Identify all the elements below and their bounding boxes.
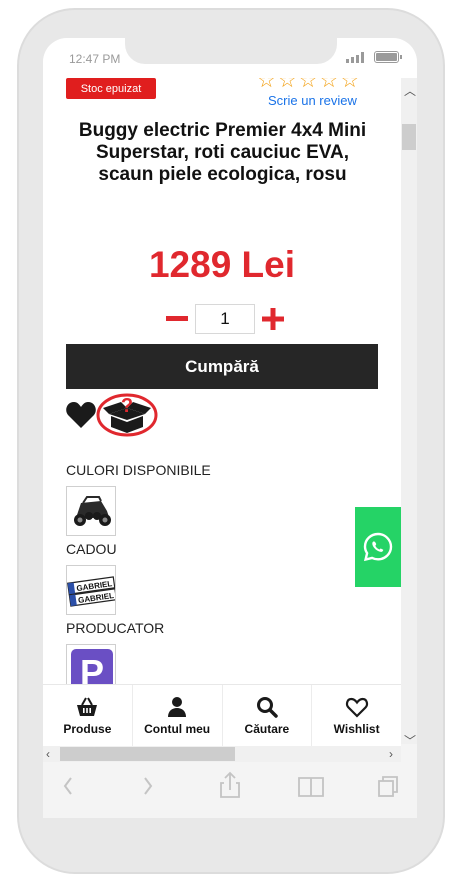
producer-label: PRODUCATOR	[66, 620, 165, 636]
user-icon	[168, 696, 187, 717]
product-page: Stoc epuizat ☆☆☆☆☆ Scrie un review Buggy…	[43, 78, 401, 684]
quantity-stepper	[165, 304, 285, 334]
producer-logo[interactable]: P	[66, 644, 116, 684]
minus-icon	[166, 316, 188, 321]
star-icon[interactable]: ☆	[257, 78, 278, 92]
whatsapp-icon	[363, 532, 393, 562]
quantity-input[interactable]	[195, 304, 255, 334]
basket-icon	[77, 697, 98, 716]
increase-quantity-button[interactable]	[261, 304, 285, 334]
gift-thumbnail[interactable]: GABRIEL GABRIEL	[66, 565, 116, 615]
forward-icon[interactable]	[144, 777, 153, 795]
product-title: Buggy electric Premier 4x4 Mini Supersta…	[78, 120, 367, 185]
scroll-down-arrow-icon[interactable]: ﹀	[404, 732, 416, 749]
buggy-thumbnail-image	[67, 487, 115, 535]
signal-icon	[346, 52, 364, 63]
scroll-left-arrow-icon[interactable]: ‹	[46, 747, 50, 761]
status-time: 12:47 PM	[69, 52, 121, 66]
search-icon	[256, 696, 278, 718]
color-variant-thumbnail[interactable]	[66, 486, 116, 536]
share-icon[interactable]	[220, 771, 240, 798]
phone-notch	[125, 30, 337, 64]
license-plate-image: GABRIEL GABRIEL	[67, 566, 115, 614]
available-colors-label: CULORI DISPONIBILE	[66, 462, 211, 478]
star-icon[interactable]: ☆	[299, 78, 320, 92]
nav-wishlist-label: Wishlist	[333, 721, 380, 736]
rating-stars[interactable]: ☆☆☆☆☆	[257, 78, 361, 93]
gift-label: CADOU	[66, 541, 117, 557]
decrease-quantity-button[interactable]	[165, 304, 189, 334]
heart-outline-icon	[345, 697, 368, 718]
nav-wishlist[interactable]: Wishlist	[312, 685, 401, 746]
scroll-up-arrow-icon[interactable]: ︿	[404, 82, 416, 99]
plus-icon	[262, 308, 284, 330]
vertical-scroll-thumb[interactable]	[402, 124, 416, 150]
nav-products[interactable]: Produse	[43, 685, 133, 746]
bottom-navigation: Produse Contul meu Căutare Wishlist	[43, 684, 401, 746]
star-icon[interactable]: ☆	[340, 78, 361, 92]
back-icon[interactable]	[63, 777, 72, 795]
stock-status-badge: Stoc epuizat	[66, 78, 156, 99]
gift-box-button[interactable]: ?	[96, 392, 158, 438]
nav-products-label: Produse	[63, 721, 112, 736]
nav-search-label: Căutare	[244, 721, 290, 736]
bookmarks-icon[interactable]	[298, 777, 324, 797]
nav-account[interactable]: Contul meu	[133, 685, 223, 746]
open-box-question-icon: ?	[96, 393, 158, 437]
phone-screen: 12:47 PM Stoc epuizat ☆☆☆☆☆ Scrie un rev…	[43, 38, 417, 818]
add-to-wishlist-button[interactable]	[65, 400, 97, 430]
vertical-scrollbar[interactable]	[401, 78, 417, 744]
nav-search[interactable]: Căutare	[223, 685, 313, 746]
buy-button[interactable]: Cumpără	[66, 344, 378, 389]
write-review-link[interactable]: Scrie un review	[268, 93, 357, 108]
star-icon[interactable]: ☆	[278, 78, 299, 92]
scroll-right-arrow-icon[interactable]: ›	[389, 747, 393, 761]
heart-icon	[66, 402, 96, 428]
horizontal-scroll-thumb[interactable]	[60, 747, 235, 761]
producer-logo-letter: P	[80, 652, 104, 684]
whatsapp-button[interactable]	[355, 507, 401, 587]
tabs-icon[interactable]	[378, 776, 398, 797]
battery-icon	[374, 51, 402, 63]
product-price: 1289 Lei	[148, 244, 296, 285]
nav-account-label: Contul meu	[144, 721, 211, 736]
star-icon[interactable]: ☆	[319, 78, 340, 92]
browser-toolbar	[43, 762, 417, 818]
producer-logo-image: P	[67, 645, 115, 684]
svg-text:?: ?	[121, 395, 133, 417]
